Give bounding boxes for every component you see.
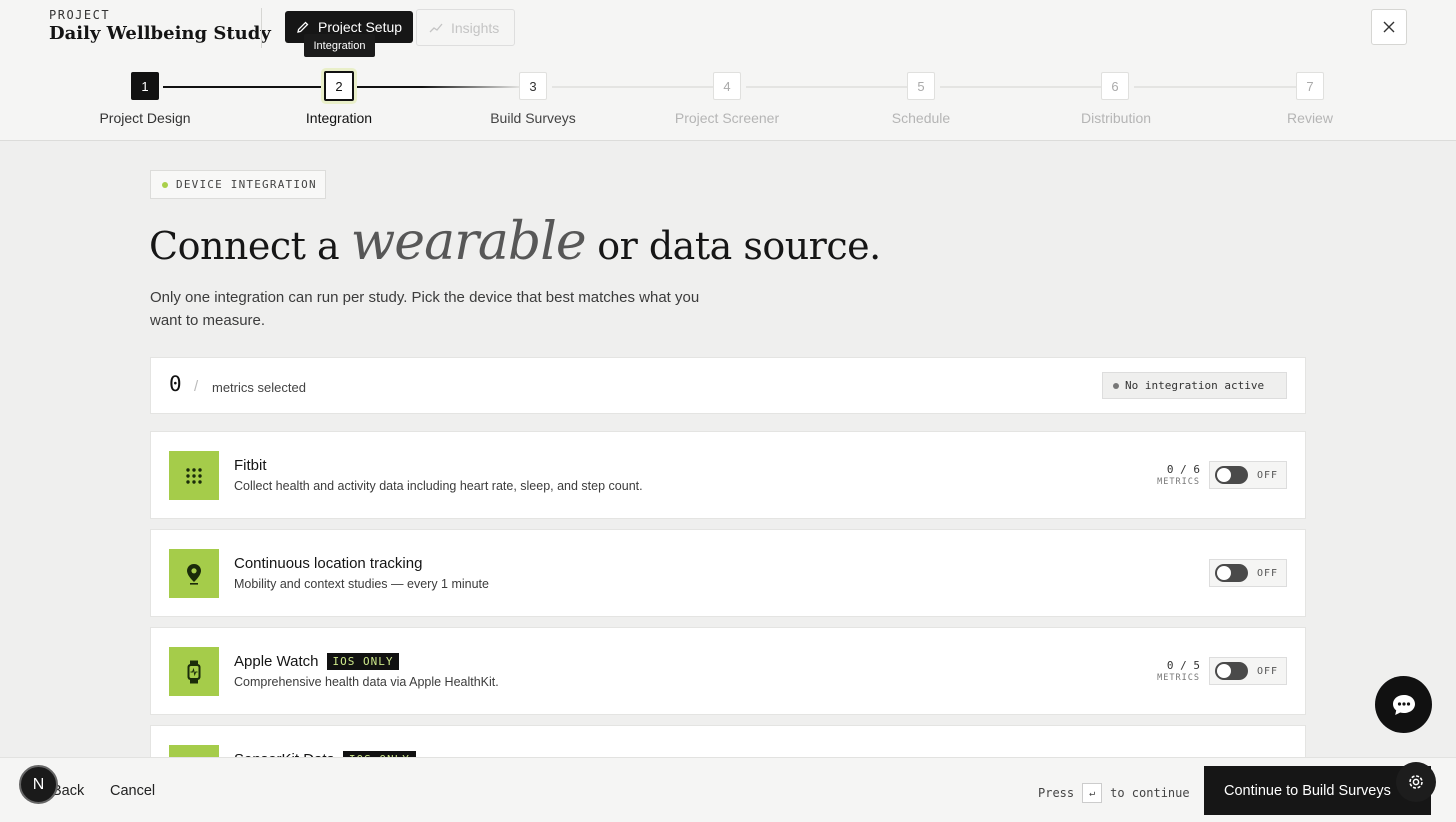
step-connector xyxy=(940,86,1102,88)
integration-title: Fitbit xyxy=(234,457,267,474)
tab-project-setup-label: Project Setup xyxy=(318,19,403,35)
gear-icon xyxy=(1409,775,1423,789)
integration-description: Mobility and context studies — every 1 m… xyxy=(234,577,489,591)
toggle-knob xyxy=(1217,566,1231,580)
avatar[interactable]: N xyxy=(19,765,58,804)
project-label: PROJECT xyxy=(49,8,111,22)
status-dot xyxy=(1113,382,1119,389)
step-1-label[interactable]: Project Design xyxy=(55,110,235,126)
tab-insights[interactable]: Insights xyxy=(416,9,515,46)
step-5-number[interactable]: 5 xyxy=(907,72,935,100)
close-icon xyxy=(1383,21,1395,33)
close-button[interactable] xyxy=(1371,9,1407,45)
toggle-track xyxy=(1215,466,1248,484)
integration-card-apple-watch[interactable]: Apple Watch IOS ONLY Comprehensive healt… xyxy=(150,627,1306,715)
keyboard-hint: Press ↵ to continue xyxy=(1038,783,1190,803)
page-title: Connect a wearable or data source. xyxy=(149,212,881,272)
step-7-label[interactable]: Review xyxy=(1220,110,1400,126)
headline-part-b: or data source. xyxy=(597,224,881,268)
toggle-track xyxy=(1215,662,1248,680)
integration-card-location[interactable]: Continuous location tracking Mobility an… xyxy=(150,529,1306,617)
integration-description: Comprehensive health data via Apple Heal… xyxy=(234,675,499,689)
enter-key-icon: ↵ xyxy=(1082,783,1103,803)
toggle-track xyxy=(1215,564,1248,582)
integration-status-badge: No integration active xyxy=(1102,372,1287,399)
continue-button-label: Continue to Build Surveys xyxy=(1224,782,1391,799)
step-4-number[interactable]: 4 xyxy=(713,72,741,100)
step-3-label[interactable]: Build Surveys xyxy=(443,110,623,126)
to-continue-text: to continue xyxy=(1110,786,1190,800)
integration-title: Apple Watch IOS ONLY xyxy=(234,653,400,670)
tab-insights-label: Insights xyxy=(451,19,500,36)
integration-title-text: Fitbit xyxy=(234,457,267,474)
step-6-number[interactable]: 6 xyxy=(1101,72,1129,100)
integration-description: Collect health and activity data includi… xyxy=(234,479,643,493)
step-6-label[interactable]: Distribution xyxy=(1026,110,1206,126)
step-4-label[interactable]: Project Screener xyxy=(637,110,817,126)
integration-title-text: Apple Watch xyxy=(234,653,319,670)
metrics-fraction: 0 / 5 xyxy=(1166,659,1200,672)
integration-metrics-count: 0 / 6 METRICS xyxy=(1157,463,1200,489)
step-2-number[interactable]: 2 xyxy=(324,71,354,101)
tooltip: Integration xyxy=(304,34,375,57)
top-bar: PROJECT Daily Wellbeing Study Project Se… xyxy=(0,0,1456,141)
integration-title-text: Continuous location tracking xyxy=(234,555,423,572)
step-3-number[interactable]: 3 xyxy=(519,72,547,100)
metrics-slash: / xyxy=(194,378,199,395)
step-7-number[interactable]: 7 xyxy=(1296,72,1324,100)
step-connector xyxy=(746,86,908,88)
chat-icon xyxy=(1392,694,1415,715)
step-connector xyxy=(163,86,325,88)
project-title: Daily Wellbeing Study xyxy=(49,23,271,44)
toggle-knob xyxy=(1217,468,1231,482)
integration-status-text: No integration active xyxy=(1125,379,1265,392)
toggle-state: OFF xyxy=(1257,567,1279,579)
toggle-state: OFF xyxy=(1257,469,1279,481)
step-connector xyxy=(552,86,714,88)
location-pin-icon xyxy=(169,549,219,598)
toggle-state: OFF xyxy=(1257,665,1279,677)
chip-label: DEVICE INTEGRATION xyxy=(176,178,317,191)
settings-button[interactable] xyxy=(1396,762,1436,802)
apple-watch-toggle[interactable]: OFF xyxy=(1209,657,1287,685)
metrics-caption: METRICS xyxy=(1157,673,1200,683)
chat-button[interactable] xyxy=(1375,676,1432,733)
step-connector xyxy=(1134,86,1296,88)
watch-icon xyxy=(169,647,219,696)
integration-title: Continuous location tracking xyxy=(234,555,422,572)
location-toggle[interactable]: OFF xyxy=(1209,559,1287,587)
pencil-icon xyxy=(297,21,309,33)
header-divider xyxy=(261,8,262,48)
toggle-knob xyxy=(1217,664,1231,678)
press-text: Press xyxy=(1038,786,1075,800)
chip-dot xyxy=(162,181,168,188)
chart-icon xyxy=(429,23,443,32)
headline-part-a: Connect a xyxy=(149,224,340,268)
headline-italic: wearable xyxy=(350,212,587,272)
ios-only-badge: IOS ONLY xyxy=(326,653,400,670)
page-subtitle: Only one integration can run per study. … xyxy=(150,289,700,329)
metrics-label: metrics selected xyxy=(212,380,306,395)
step-2-label[interactable]: Integration xyxy=(249,110,429,126)
metrics-summary: 0 / metrics selected No integration acti… xyxy=(150,357,1306,414)
section-chip: DEVICE INTEGRATION xyxy=(150,170,326,199)
integration-card-fitbit[interactable]: Fitbit Collect health and activity data … xyxy=(150,431,1306,519)
footer-bar: Back Cancel Press ↵ to continue Continue… xyxy=(0,757,1456,822)
cancel-button[interactable]: Cancel xyxy=(110,783,155,799)
metrics-count: 0 xyxy=(169,372,182,396)
fitbit-icon xyxy=(169,451,219,500)
metrics-caption: METRICS xyxy=(1157,477,1200,487)
metrics-fraction: 0 / 6 xyxy=(1166,463,1200,476)
step-1-number[interactable]: 1 xyxy=(131,72,159,100)
integration-metrics-count: 0 / 5 METRICS xyxy=(1157,659,1200,685)
step-connector xyxy=(357,86,519,88)
fitbit-toggle[interactable]: OFF xyxy=(1209,461,1287,489)
step-5-label[interactable]: Schedule xyxy=(831,110,1011,126)
